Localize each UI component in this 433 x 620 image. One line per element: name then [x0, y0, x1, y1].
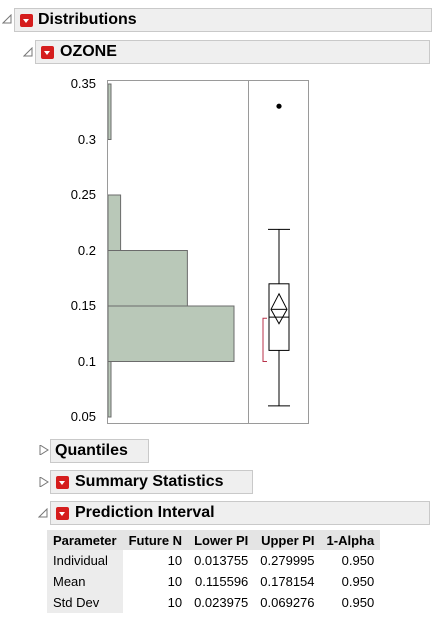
- table-row: Mean 10 0.115596 0.178154 0.950: [47, 571, 380, 592]
- collapse-triangle-icon[interactable]: [2, 14, 12, 24]
- histogram-bar: [107, 250, 188, 307]
- column-header-parameter: Parameter: [47, 530, 123, 550]
- cell-lower-pi: 0.023975: [194, 595, 249, 610]
- hotspot-menu-icon[interactable]: [20, 14, 33, 27]
- histogram-bar: [107, 194, 122, 251]
- cell-1-alpha: 0.950: [341, 553, 375, 568]
- hotspot-menu-icon[interactable]: [41, 46, 54, 59]
- cell-future-n: 10: [167, 574, 183, 589]
- histogram-bar: [107, 305, 235, 362]
- row-label: Std Dev: [47, 592, 123, 613]
- table-header-row: Parameter Future N Lower PI Upper PI 1-A…: [47, 530, 381, 550]
- cell-1-alpha: 0.950: [341, 574, 375, 589]
- cell-lower-pi: 0.013755: [194, 553, 249, 568]
- table-row: Individual 10 0.013755 0.279995 0.950: [47, 550, 380, 571]
- collapse-triangle-icon[interactable]: [38, 508, 48, 518]
- outlier-box-plot: [262, 103, 290, 407]
- histogram-bar: [107, 83, 112, 140]
- y-tick-label: 0.2: [77, 242, 96, 258]
- cell-upper-pi: 0.178154: [260, 574, 315, 589]
- summary-statistics-title: Summary Statistics: [75, 473, 224, 490]
- expand-triangle-icon[interactable]: [39, 445, 49, 455]
- ozone-distribution-chart: [107, 80, 309, 424]
- quantiles-title: Quantiles: [55, 442, 128, 459]
- row-label: Individual: [47, 550, 123, 571]
- outlier-point: [276, 103, 282, 109]
- expand-triangle-icon[interactable]: [39, 477, 49, 487]
- column-header-lower-pi: Lower PI: [188, 530, 255, 550]
- histogram-bar: [107, 361, 112, 418]
- prediction-interval-table: Parameter Future N Lower PI Upper PI 1-A…: [47, 530, 381, 613]
- column-header-1-alpha: 1-Alpha: [320, 530, 381, 550]
- table-row: Std Dev 10 0.023975 0.069276 0.950: [47, 592, 380, 613]
- cell-lower-pi: 0.115596: [195, 574, 249, 589]
- prediction-interval-title: Prediction Interval: [75, 504, 215, 521]
- cell-upper-pi: 0.069276: [260, 595, 315, 610]
- cell-future-n: 10: [167, 553, 183, 568]
- collapse-triangle-icon[interactable]: [23, 47, 33, 57]
- y-tick-label: 0.05: [70, 409, 96, 424]
- cell-1-alpha: 0.950: [341, 595, 375, 610]
- hotspot-menu-icon[interactable]: [56, 476, 69, 489]
- y-tick-label: 0.1: [77, 353, 96, 369]
- y-tick-label: 0.15: [70, 298, 96, 313]
- distributions-title: Distributions: [38, 11, 137, 28]
- y-tick-label: 0.35: [70, 76, 96, 91]
- hotspot-menu-icon[interactable]: [56, 507, 69, 520]
- cell-upper-pi: 0.279995: [260, 553, 315, 568]
- column-header-upper-pi: Upper PI: [254, 530, 321, 550]
- cell-future-n: 10: [167, 595, 183, 610]
- shortest-half-bracket: [262, 317, 267, 362]
- row-label: Mean: [47, 571, 123, 592]
- column-header-future-n: Future N: [122, 530, 189, 550]
- histogram-bars: [107, 83, 235, 418]
- ozone-title: OZONE: [60, 43, 117, 60]
- y-tick-label: 0.3: [77, 131, 96, 147]
- y-tick-label: 0.25: [70, 187, 96, 202]
